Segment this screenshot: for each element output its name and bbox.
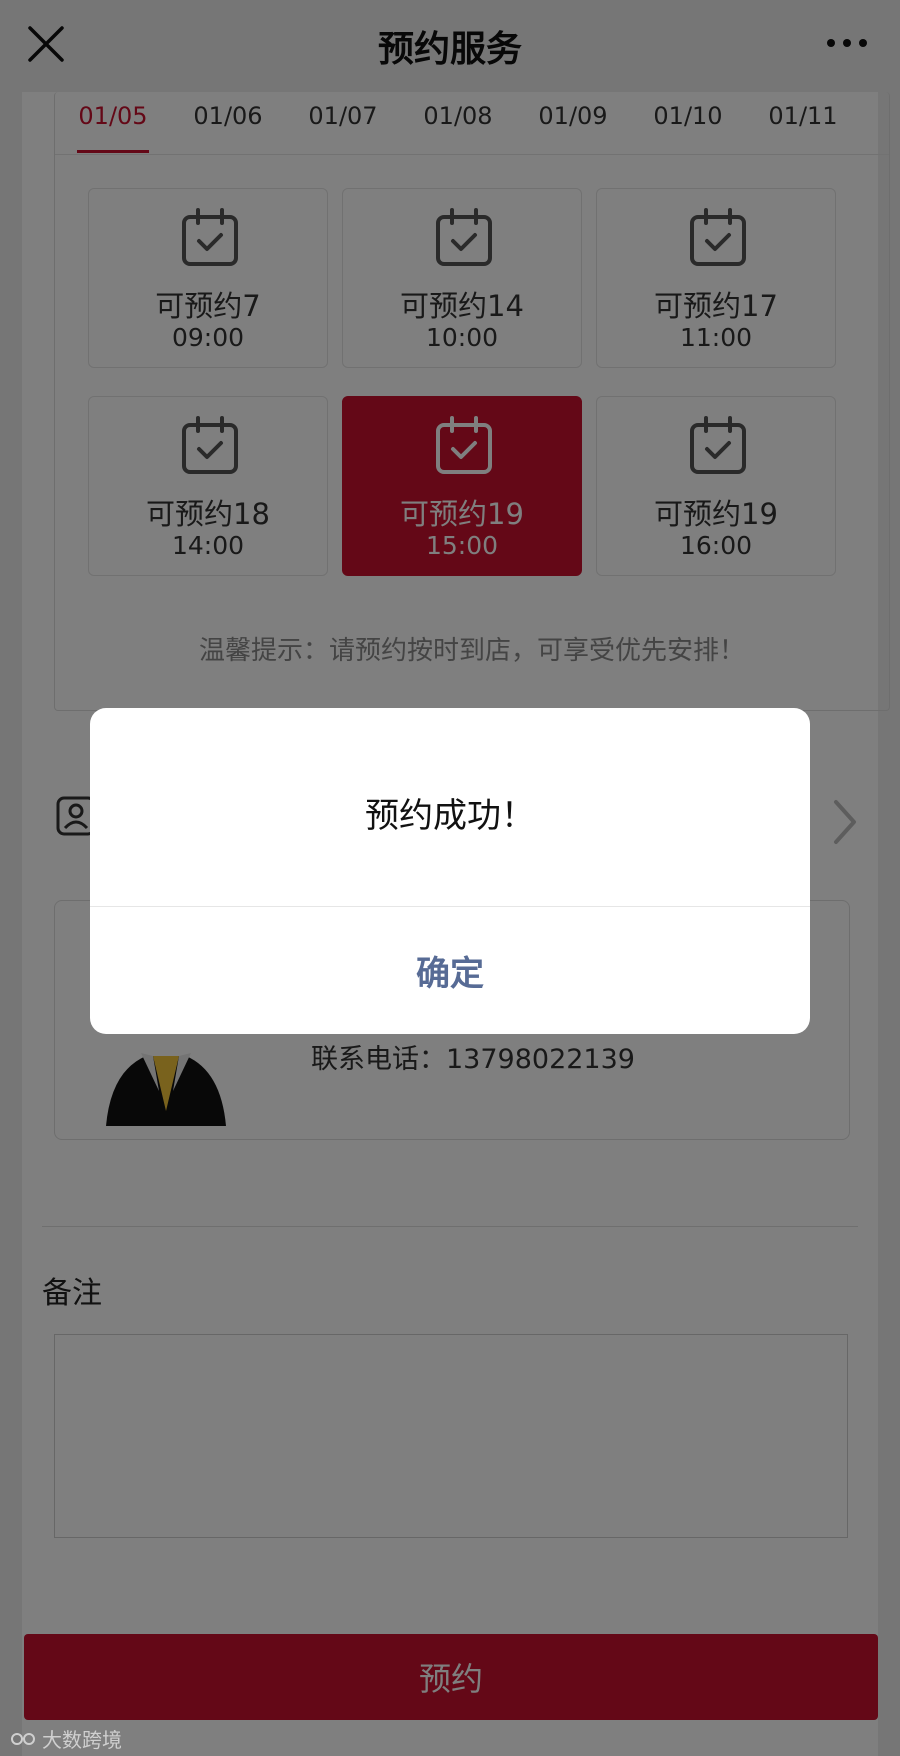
success-dialog: 预约成功！ 确定: [90, 708, 810, 1034]
watermark-logo-icon: [11, 1732, 35, 1745]
watermark: 大数跨境: [10, 1724, 122, 1753]
watermark-text: 大数跨境: [42, 1728, 122, 1752]
dialog-message: 预约成功！: [365, 796, 535, 836]
confirm-button[interactable]: 确定: [90, 907, 810, 1034]
